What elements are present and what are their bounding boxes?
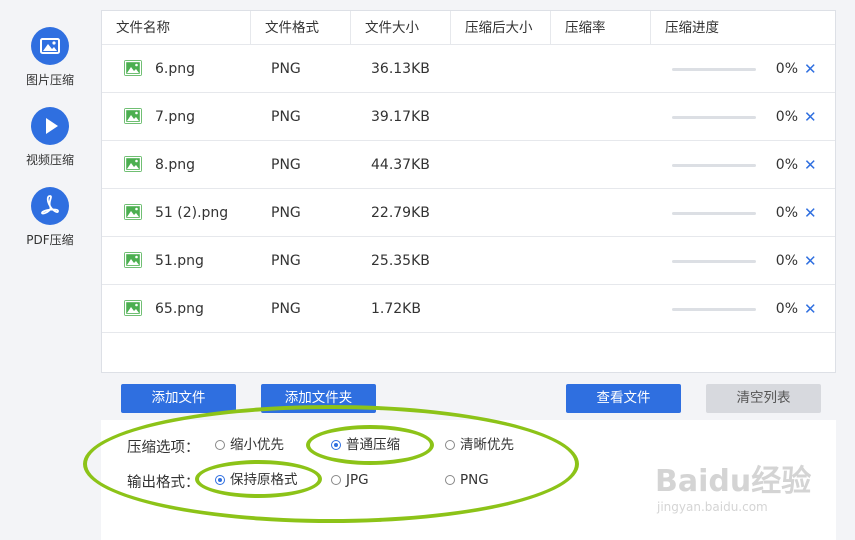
file-name: 7.png: [155, 109, 196, 125]
radio-jpg[interactable]: JPG: [331, 470, 369, 490]
progress-bar: [672, 308, 756, 311]
watermark-logo: Baidu经验: [655, 464, 812, 499]
sidebar-item-pdf-compress[interactable]: PDF压缩: [0, 187, 100, 248]
sidebar-item-label: PDF压缩: [26, 233, 74, 247]
progress-bar: [672, 260, 756, 263]
table-row[interactable]: 65.png PNG 1.72KB 0% ✕: [102, 285, 835, 333]
image-file-icon: [124, 108, 142, 124]
radio-keep-original-format[interactable]: 保持原格式: [215, 470, 298, 490]
file-size: 1.72KB: [371, 301, 421, 317]
progress-bar: [672, 212, 756, 215]
column-header-name: 文件名称: [102, 11, 251, 45]
play-icon: [31, 107, 69, 145]
file-name: 51 (2).png: [155, 205, 229, 221]
image-file-icon: [124, 300, 142, 316]
progress-bar: [672, 68, 756, 71]
file-format: PNG: [271, 61, 301, 77]
file-format: PNG: [271, 205, 301, 221]
remove-file-icon[interactable]: ✕: [804, 237, 817, 285]
radio-dot: [331, 475, 341, 485]
file-table: 文件名称 文件格式 文件大小 压缩后大小 压缩率 压缩进度 6.png PNG 36…: [101, 10, 836, 373]
sidebar-item-label: 图片压缩: [25, 73, 74, 87]
sidebar: 图片压缩 视频压缩 PDF压缩: [0, 0, 100, 540]
file-name: 51.png: [155, 253, 204, 269]
file-format: PNG: [271, 253, 301, 269]
table-row[interactable]: 51 (2).png PNG 22.79KB 0% ✕: [102, 189, 835, 237]
radio-shrink-priority[interactable]: 缩小优先: [215, 435, 284, 455]
column-header-ratio: 压缩率: [551, 11, 651, 45]
file-format: PNG: [271, 157, 301, 173]
column-header-compressed-size: 压缩后大小: [451, 11, 551, 45]
file-size: 36.13KB: [371, 61, 430, 77]
file-name: 8.png: [155, 157, 196, 173]
table-row[interactable]: 7.png PNG 39.17KB 0% ✕: [102, 93, 835, 141]
output-format-label: 输出格式：: [127, 475, 200, 491]
column-header-size: 文件大小: [351, 11, 451, 45]
add-folder-button[interactable]: 添加文件夹: [261, 384, 376, 413]
file-format: PNG: [271, 109, 301, 125]
sidebar-item-image-compress[interactable]: 图片压缩: [0, 27, 100, 88]
watermark: Baidu经验 jingyan.baidu.com: [655, 448, 825, 528]
progress-percent: 0%: [775, 301, 798, 317]
radio-png[interactable]: PNG: [445, 470, 489, 490]
image-file-icon: [124, 60, 142, 76]
compression-options-label: 压缩选项：: [127, 440, 200, 456]
column-header-progress: 压缩进度: [665, 20, 719, 36]
remove-file-icon[interactable]: ✕: [804, 285, 817, 333]
radio-dot: [215, 475, 225, 485]
column-header-format: 文件格式: [251, 11, 351, 45]
progress-bar: [672, 116, 756, 119]
table-row[interactable]: 6.png PNG 36.13KB 0% ✕: [102, 45, 835, 93]
image-file-icon: [124, 252, 142, 268]
view-files-button[interactable]: 查看文件: [566, 384, 681, 413]
file-format: PNG: [271, 301, 301, 317]
radio-dot: [445, 475, 455, 485]
radio-clarity-priority[interactable]: 清晰优先: [445, 435, 514, 455]
radio-dot: [215, 440, 225, 450]
table-row[interactable]: 8.png PNG 44.37KB 0% ✕: [102, 141, 835, 189]
image-icon: [31, 27, 69, 65]
file-name: 65.png: [155, 301, 204, 317]
remove-file-icon[interactable]: ✕: [804, 141, 817, 189]
file-size: 39.17KB: [371, 109, 430, 125]
radio-dot: [331, 440, 341, 450]
file-size: 25.35KB: [371, 253, 430, 269]
file-name: 6.png: [155, 61, 196, 77]
progress-percent: 0%: [775, 205, 798, 221]
image-file-icon: [124, 204, 142, 220]
image-file-icon: [124, 156, 142, 172]
progress-percent: 0%: [775, 157, 798, 173]
radio-dot: [445, 440, 455, 450]
table-header: 文件名称 文件格式 文件大小 压缩后大小 压缩率 压缩进度: [102, 11, 835, 45]
table-row[interactable]: 51.png PNG 25.35KB 0% ✕: [102, 237, 835, 285]
remove-file-icon[interactable]: ✕: [804, 189, 817, 237]
remove-file-icon[interactable]: ✕: [804, 93, 817, 141]
progress-bar: [672, 164, 756, 167]
remove-file-icon[interactable]: ✕: [804, 45, 817, 93]
clear-list-button[interactable]: 清空列表: [706, 384, 821, 413]
progress-percent: 0%: [775, 61, 798, 77]
sidebar-item-video-compress[interactable]: 视频压缩: [0, 107, 100, 168]
progress-percent: 0%: [775, 253, 798, 269]
add-file-button[interactable]: 添加文件: [121, 384, 236, 413]
file-size: 44.37KB: [371, 157, 430, 173]
progress-percent: 0%: [775, 109, 798, 125]
file-size: 22.79KB: [371, 205, 430, 221]
pdf-icon: [31, 187, 69, 225]
radio-normal-compress[interactable]: 普通压缩: [331, 435, 400, 455]
sidebar-item-label: 视频压缩: [25, 153, 74, 167]
watermark-url: jingyan.baidu.com: [657, 500, 768, 514]
